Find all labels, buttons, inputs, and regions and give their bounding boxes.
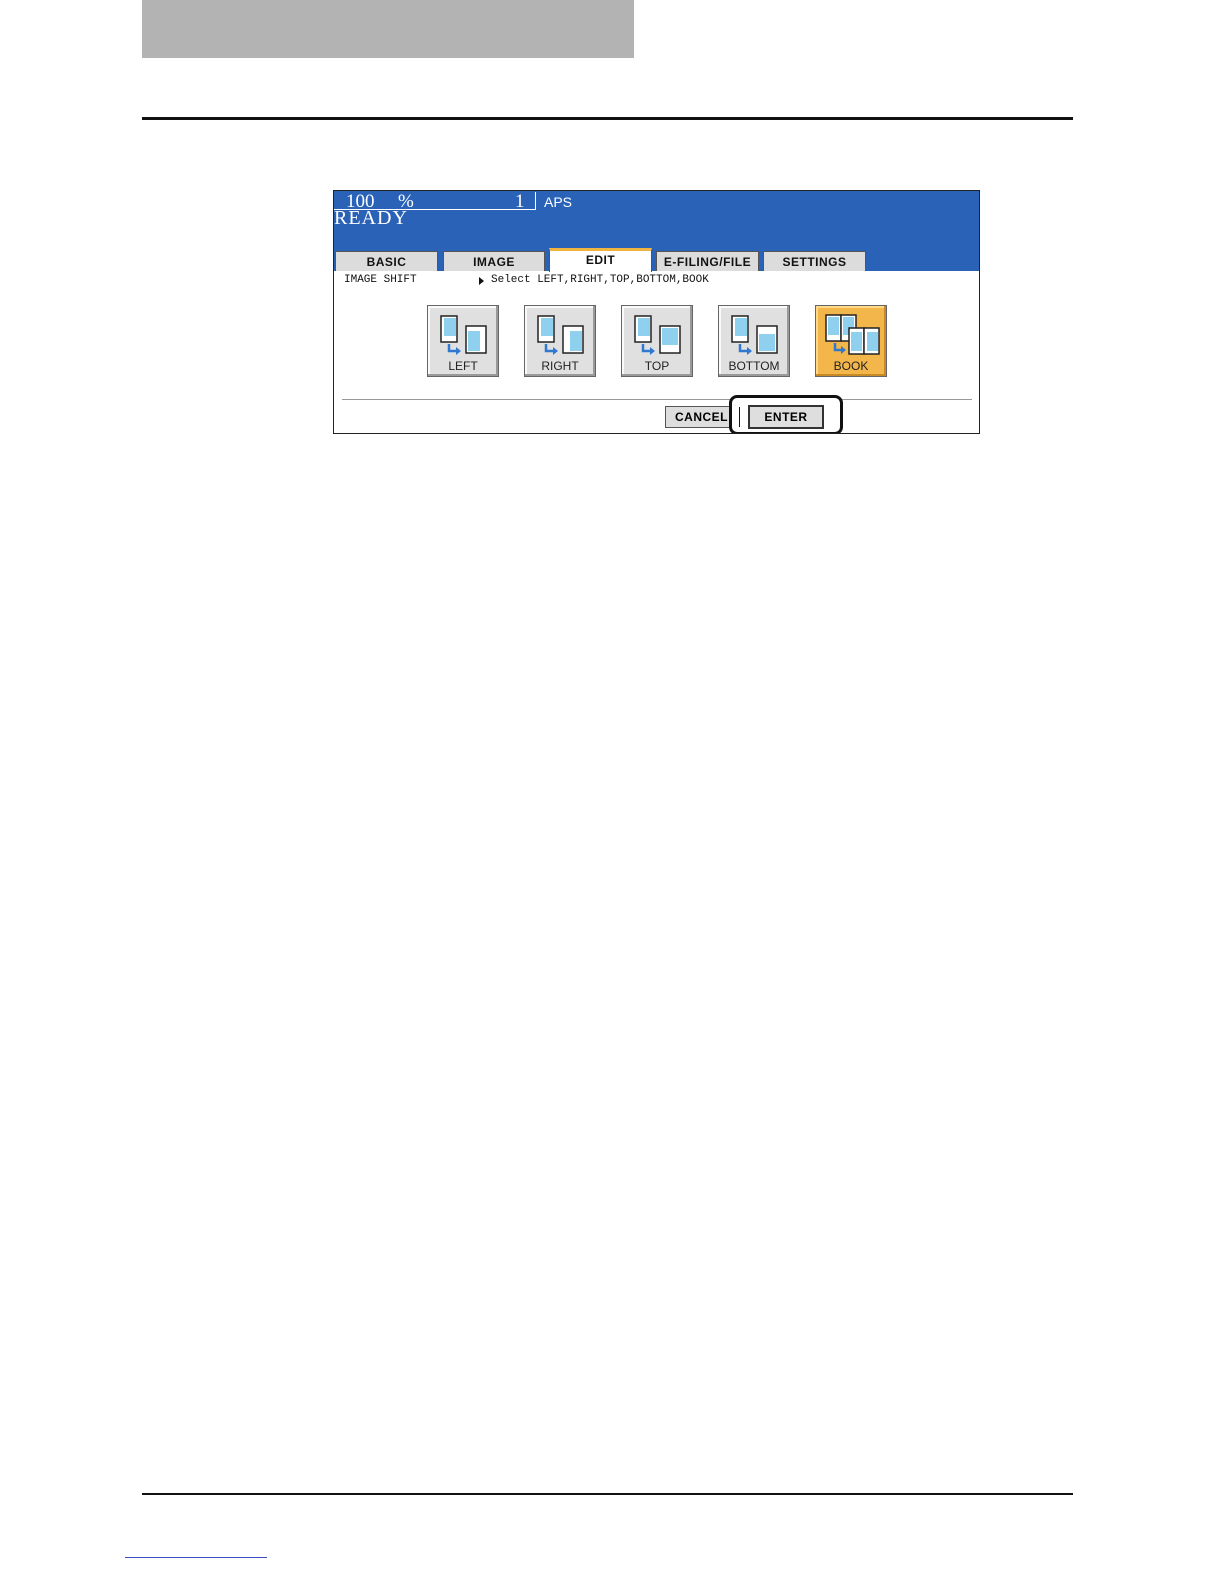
left-label: LEFT — [448, 359, 478, 373]
shift-bottom-icon — [731, 315, 778, 355]
tab-edit[interactable]: EDIT — [549, 248, 652, 272]
right-button[interactable]: RIGHT — [524, 305, 596, 377]
tab-settings[interactable]: SETTINGS — [763, 251, 866, 271]
book-label: BOOK — [833, 359, 869, 373]
message-arrow-icon — [479, 277, 484, 285]
control-panel-screen: 100 % 1 APS READY BASIC IMAGE EDIT E-FIL… — [333, 190, 980, 434]
status-separator — [535, 192, 536, 210]
top-button[interactable]: TOP — [621, 305, 693, 377]
cancel-button[interactable]: CANCEL — [665, 406, 735, 428]
bottom-label: BOTTOM — [728, 359, 780, 373]
bottom-button[interactable]: BOTTOM — [718, 305, 790, 377]
paper-size: APS — [544, 194, 573, 210]
shift-left-icon — [440, 315, 487, 355]
enter-button[interactable]: ENTER — [748, 405, 824, 429]
tab-image[interactable]: IMAGE — [443, 251, 545, 271]
header-gray-block — [142, 0, 634, 58]
book-button[interactable]: BOOK — [815, 305, 887, 377]
shift-right-icon — [537, 315, 584, 355]
shift-top-icon — [634, 315, 681, 355]
machine-state: READY — [334, 207, 408, 229]
enter-separator — [739, 407, 740, 427]
shift-book-icon — [825, 314, 880, 355]
left-button[interactable]: LEFT — [427, 305, 499, 377]
top-label: TOP — [644, 359, 670, 373]
footer-link-underline[interactable] — [125, 1557, 267, 1558]
function-title: IMAGE SHIFT — [344, 274, 417, 286]
bottom-rule — [142, 1493, 1073, 1495]
function-message: Select LEFT,RIGHT,TOP,BOTTOM,BOOK — [491, 274, 709, 286]
panel-divider — [342, 399, 972, 400]
tab-basic[interactable]: BASIC — [335, 251, 438, 271]
right-label: RIGHT — [541, 359, 579, 373]
tab-e-filing-file[interactable]: E-FILING/FILE — [656, 251, 759, 271]
top-rule — [142, 117, 1073, 120]
